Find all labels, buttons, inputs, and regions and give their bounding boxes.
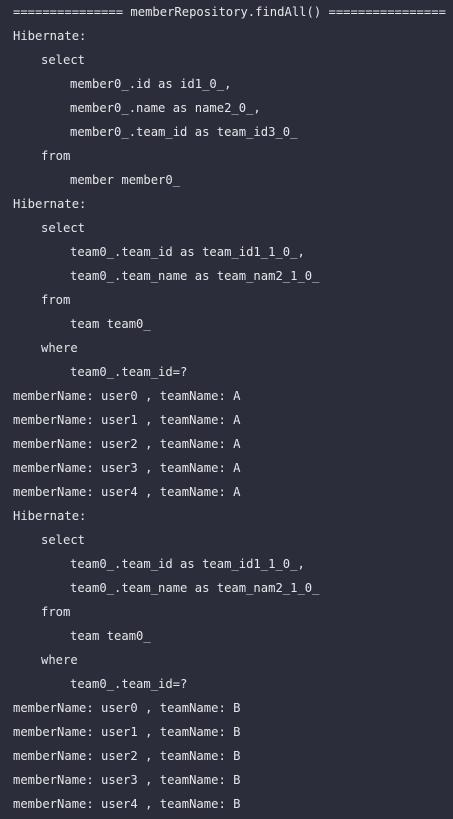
console-line: team0_.team_id=? — [70, 365, 188, 379]
console-line: member0_.id as id1_0_, — [70, 77, 232, 91]
console-line: team0_.team_name as team_nam2_1_0_ — [70, 269, 320, 283]
console-line: memberName: user4 , teamName: A — [13, 485, 241, 499]
console-line: Hibernate: — [13, 29, 87, 43]
console-line: memberName: user2 , teamName: B — [13, 749, 241, 763]
console-line: memberName: user0 , teamName: B — [13, 701, 241, 715]
console-line: member0_.name as name2_0_, — [70, 101, 261, 115]
console-line: =============== memberRepository.findAll… — [13, 5, 446, 19]
console-line: Hibernate: — [13, 509, 87, 523]
console-line: team team0_ — [70, 629, 151, 643]
console-line: memberName: user2 , teamName: A — [13, 437, 241, 451]
console-line: team0_.team_id=? — [70, 677, 188, 691]
console-line: where — [41, 341, 78, 355]
console-line: select — [41, 533, 86, 547]
console-line: team0_.team_id as team_id1_1_0_, — [70, 557, 305, 571]
console-line: team0_.team_id as team_id1_1_0_, — [70, 245, 305, 259]
console-line: team0_.team_name as team_nam2_1_0_ — [70, 581, 320, 595]
console-line: Hibernate: — [13, 197, 87, 211]
console-line: team team0_ — [70, 317, 151, 331]
console-line: select — [41, 221, 86, 235]
console-line: member member0_ — [70, 173, 181, 187]
console-output[interactable]: =============== memberRepository.findAll… — [0, 0, 453, 819]
console-line: memberName: user0 , teamName: A — [13, 389, 241, 403]
console-line: memberName: user1 , teamName: A — [13, 413, 241, 427]
console-line: memberName: user4 , teamName: B — [13, 797, 241, 811]
console-line: memberName: user1 , teamName: B — [13, 725, 241, 739]
console-line: member0_.team_id as team_id3_0_ — [70, 125, 298, 139]
console-line: memberName: user3 , teamName: B — [13, 773, 241, 787]
console-line: select — [41, 53, 86, 67]
console-line: from — [41, 605, 71, 619]
console-line: where — [41, 653, 78, 667]
console-line: memberName: user3 , teamName: A — [13, 461, 241, 475]
console-line: from — [41, 293, 71, 307]
console-line: from — [41, 149, 71, 163]
